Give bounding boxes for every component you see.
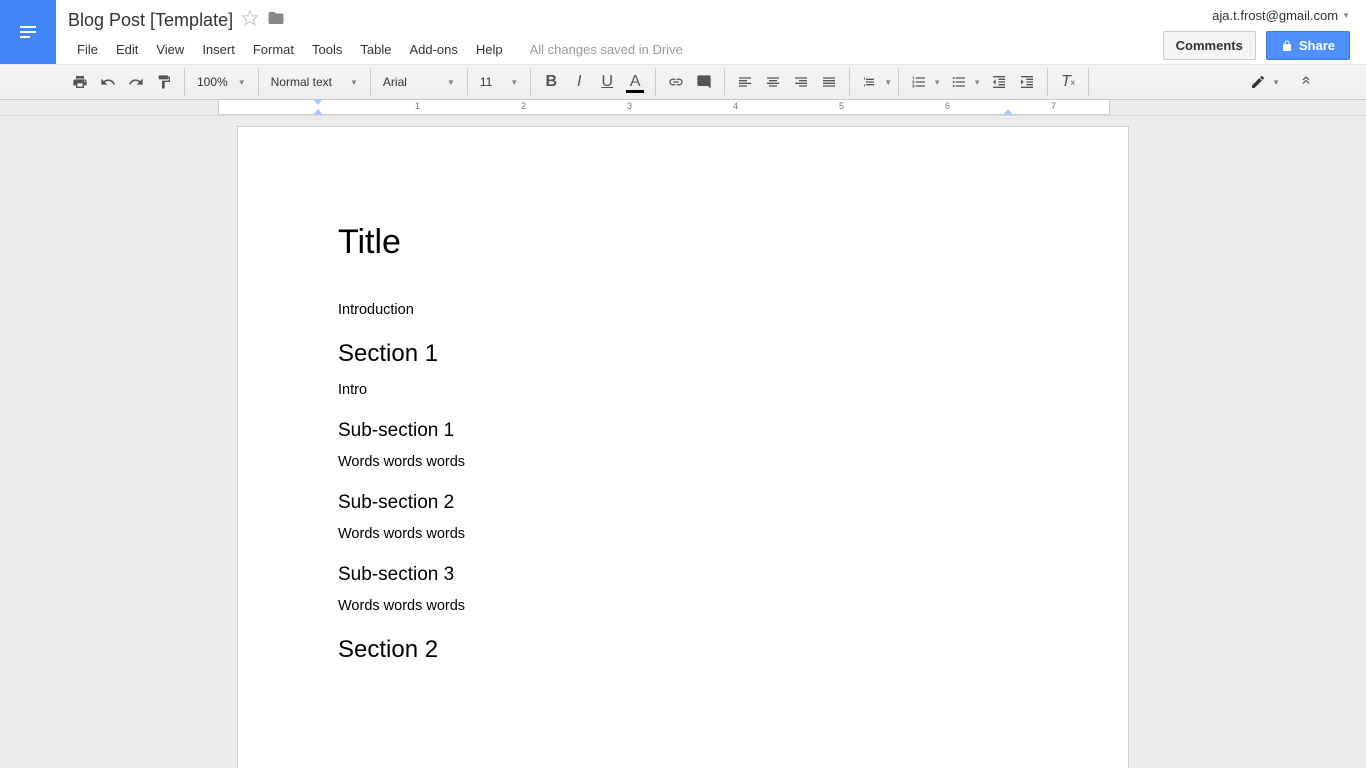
toolbar-group-size: 11▼ [468, 68, 531, 96]
undo-button[interactable] [94, 69, 122, 95]
insert-link-button[interactable] [662, 69, 690, 95]
ruler-number: 3 [627, 101, 632, 111]
doc-paragraph[interactable]: Words words words [338, 598, 1028, 614]
chevron-down-icon: ▼ [1342, 11, 1350, 20]
chevron-down-icon[interactable]: ▼ [933, 78, 941, 87]
chevron-down-icon[interactable]: ▼ [973, 78, 981, 87]
doc-paragraph[interactable]: Words words words [338, 454, 1028, 470]
clear-formatting-button[interactable]: Tx [1054, 69, 1082, 95]
folder-icon[interactable] [267, 9, 285, 32]
ruler-area: 1 2 3 4 5 6 7 [0, 100, 1366, 116]
toolbar-group-format: B I U A [531, 68, 656, 96]
save-status: All changes saved in Drive [530, 42, 683, 57]
toolbar-group-zoom: 100%▼ [185, 68, 259, 96]
chevron-down-icon: ▼ [350, 78, 358, 87]
toolbar-group-font: Arial▼ [371, 68, 468, 96]
chevron-down-icon: ▼ [510, 78, 518, 87]
menu-insert[interactable]: Insert [193, 38, 244, 61]
align-justify-button[interactable] [815, 69, 843, 95]
collapse-toolbar-button[interactable] [1292, 69, 1320, 95]
decrease-indent-button[interactable] [985, 69, 1013, 95]
paragraph-style-select[interactable]: Normal text▼ [265, 69, 364, 95]
toolbar-group-mode: ▼ [1238, 68, 1286, 96]
chevron-down-icon[interactable]: ▼ [884, 78, 892, 87]
bold-button[interactable]: B [537, 69, 565, 95]
menu-edit[interactable]: Edit [107, 38, 147, 61]
left-indent-marker[interactable] [313, 109, 323, 115]
doc-heading-3[interactable]: Sub-section 1 [338, 420, 1028, 442]
ruler-number: 2 [521, 101, 526, 111]
user-email[interactable]: aja.t.frost@gmail.com▼ [1212, 8, 1350, 23]
increase-indent-button[interactable] [1013, 69, 1041, 95]
toolbar-group-insert [656, 68, 725, 96]
ruler-number: 1 [415, 101, 420, 111]
doc-paragraph[interactable]: Words words words [338, 526, 1028, 542]
star-icon[interactable] [241, 9, 259, 32]
ruler-number: 7 [1051, 101, 1056, 111]
menu-addons[interactable]: Add-ons [400, 38, 466, 61]
first-line-indent-marker[interactable] [313, 99, 323, 105]
menu-file[interactable]: File [68, 38, 107, 61]
right-indent-marker[interactable] [1003, 109, 1013, 115]
italic-button[interactable]: I [565, 69, 593, 95]
lock-icon [1281, 40, 1293, 52]
menu-format[interactable]: Format [244, 38, 303, 61]
chevron-down-icon: ▼ [238, 78, 246, 87]
share-button[interactable]: Share [1266, 31, 1350, 60]
document-title[interactable]: Blog Post [Template] [68, 10, 233, 31]
insert-comment-button[interactable] [690, 69, 718, 95]
toolbar: 100%▼ Normal text▼ Arial▼ 11▼ B I U A ▼ … [0, 64, 1366, 100]
title-row: Blog Post [Template] [68, 8, 1163, 32]
font-size-select[interactable]: 11▼ [474, 69, 524, 95]
font-select[interactable]: Arial▼ [377, 69, 461, 95]
toolbar-group-collapse [1286, 68, 1326, 96]
doc-title-heading[interactable]: Title [338, 223, 1028, 262]
align-right-button[interactable] [787, 69, 815, 95]
toolbar-group-lists: ▼ ▼ [899, 68, 1048, 96]
doc-paragraph[interactable]: Intro [338, 382, 1028, 398]
ruler-number: 4 [733, 101, 738, 111]
toolbar-group-clear: Tx [1048, 68, 1089, 96]
doc-heading-2[interactable]: Section 2 [338, 636, 1028, 664]
header: Blog Post [Template] File Edit View Inse… [0, 0, 1366, 64]
page[interactable]: Title Introduction Section 1 Intro Sub-s… [237, 126, 1129, 768]
ruler-number: 6 [945, 101, 950, 111]
redo-button[interactable] [122, 69, 150, 95]
zoom-select[interactable]: 100%▼ [191, 69, 252, 95]
line-spacing-button[interactable] [856, 69, 884, 95]
toolbar-group-actions [60, 68, 185, 96]
comments-button[interactable]: Comments [1163, 31, 1256, 60]
paint-format-button[interactable] [150, 69, 178, 95]
chevron-down-icon[interactable]: ▼ [1272, 78, 1280, 87]
ruler-number: 5 [839, 101, 844, 111]
underline-button[interactable]: U [593, 69, 621, 95]
bulleted-list-button[interactable] [945, 69, 973, 95]
doc-paragraph[interactable]: Introduction [338, 302, 1028, 318]
menu-help[interactable]: Help [467, 38, 512, 61]
toolbar-group-style: Normal text▼ [259, 68, 371, 96]
docs-app-icon[interactable] [0, 0, 56, 64]
menubar: File Edit View Insert Format Tools Table… [68, 36, 1163, 62]
print-button[interactable] [66, 69, 94, 95]
chevron-down-icon: ▼ [447, 78, 455, 87]
menu-table[interactable]: Table [351, 38, 400, 61]
document-canvas[interactable]: Title Introduction Section 1 Intro Sub-s… [0, 116, 1366, 768]
doc-heading-2[interactable]: Section 1 [338, 340, 1028, 368]
numbered-list-button[interactable] [905, 69, 933, 95]
share-label: Share [1299, 38, 1335, 53]
align-center-button[interactable] [759, 69, 787, 95]
align-left-button[interactable] [731, 69, 759, 95]
doc-heading-3[interactable]: Sub-section 2 [338, 492, 1028, 514]
toolbar-group-spacing: ▼ [850, 68, 899, 96]
header-right: aja.t.frost@gmail.com▼ Comments Share [1163, 0, 1366, 60]
text-color-button[interactable]: A [621, 69, 649, 95]
editing-mode-button[interactable] [1244, 69, 1272, 95]
doc-heading-3[interactable]: Sub-section 3 [338, 564, 1028, 586]
horizontal-ruler[interactable]: 1 2 3 4 5 6 7 [218, 100, 1110, 115]
menu-tools[interactable]: Tools [303, 38, 351, 61]
toolbar-group-align [725, 68, 850, 96]
menu-view[interactable]: View [147, 38, 193, 61]
header-content: Blog Post [Template] File Edit View Inse… [56, 0, 1163, 62]
